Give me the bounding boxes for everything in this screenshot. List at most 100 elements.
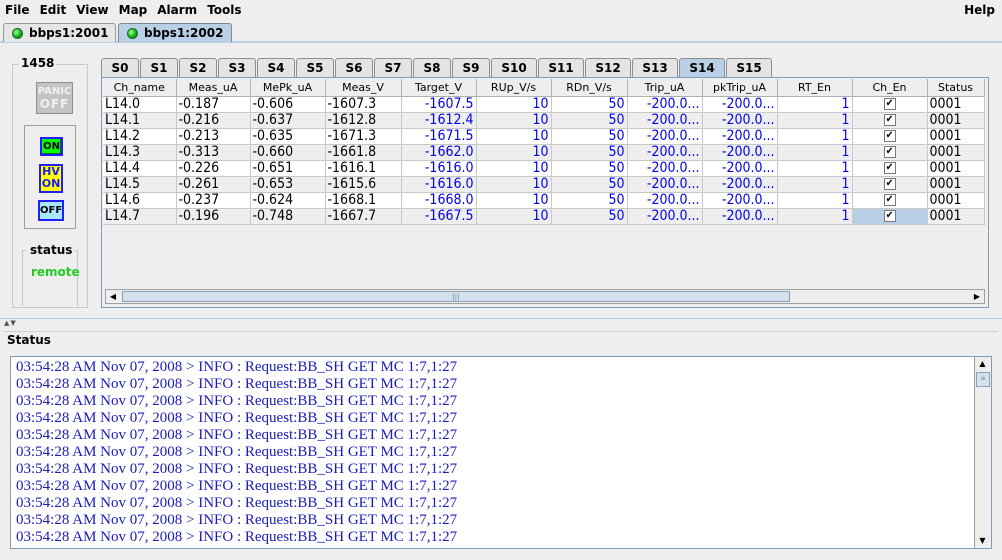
panic-off-button[interactable]: PANIC OFF bbox=[36, 82, 73, 114]
tab-slot-s14[interactable]: S14 bbox=[679, 58, 725, 77]
tab-slot-s0[interactable]: S0 bbox=[101, 58, 139, 77]
tab-connection-2001[interactable]: bbps1:2001 bbox=[3, 23, 116, 42]
column-header-mepk-ua[interactable]: MePk_uA bbox=[250, 79, 326, 97]
tab-slot-s8[interactable]: S8 bbox=[413, 58, 451, 77]
cell-ch-en[interactable]: ✔ bbox=[852, 176, 928, 193]
tab-slot-s5[interactable]: S5 bbox=[296, 58, 334, 77]
cell-mepk-ua[interactable]: -0.635 bbox=[250, 128, 326, 145]
cell-rt-en[interactable]: 1 bbox=[777, 112, 853, 129]
cell-pktrip[interactable]: -200.0... bbox=[702, 160, 778, 177]
checkbox-icon[interactable]: ✔ bbox=[883, 113, 896, 126]
cell-rdn[interactable]: 50 bbox=[551, 144, 628, 161]
cell-meas-ua[interactable]: -0.187 bbox=[176, 96, 251, 113]
cell-rdn[interactable]: 50 bbox=[551, 176, 628, 193]
cell-target-v[interactable]: -1668.0 bbox=[401, 192, 477, 209]
cell-meas-v[interactable]: -1615.6 bbox=[325, 176, 402, 193]
cell-meas-v[interactable]: -1616.1 bbox=[325, 160, 402, 177]
cell-trip[interactable]: -200.0... bbox=[627, 208, 703, 225]
table-row[interactable]: L14.3 -0.313 -0.660 -1661.8 -1662.0 10 50 -200.… bbox=[103, 144, 985, 161]
menu-alarm[interactable]: Alarm bbox=[152, 0, 202, 20]
menu-file[interactable]: File bbox=[0, 0, 35, 20]
tab-slot-s4[interactable]: S4 bbox=[257, 58, 295, 77]
cell-pktrip[interactable]: -200.0... bbox=[702, 192, 778, 209]
menu-help[interactable]: Help bbox=[959, 0, 1002, 20]
cell-rup[interactable]: 10 bbox=[476, 96, 552, 113]
cell-rt-en[interactable]: 1 bbox=[777, 96, 853, 113]
cell-mepk-ua[interactable]: -0.624 bbox=[250, 192, 326, 209]
hv-on-button[interactable]: HV ON bbox=[39, 164, 63, 193]
cell-trip[interactable]: -200.0... bbox=[627, 192, 703, 209]
cell-mepk-ua[interactable]: -0.606 bbox=[250, 96, 326, 113]
scroll-up-icon[interactable]: ▲ bbox=[975, 357, 990, 371]
cell-status[interactable]: 0001 bbox=[927, 112, 985, 129]
tab-slot-s3[interactable]: S3 bbox=[218, 58, 256, 77]
table-row[interactable]: L14.7 -0.196 -0.748 -1667.7 -1667.5 10 50 -200.… bbox=[103, 208, 985, 225]
cell-status[interactable]: 0001 bbox=[927, 208, 985, 225]
cell-ch-en[interactable]: ✔ bbox=[852, 112, 928, 129]
cell-ch-en[interactable]: ✔ bbox=[852, 96, 928, 113]
cell-ch-en[interactable]: ✔ bbox=[852, 144, 928, 161]
tab-slot-s13[interactable]: S13 bbox=[632, 58, 678, 77]
cell-meas-ua[interactable]: -0.226 bbox=[176, 160, 251, 177]
cell-target-v[interactable]: -1607.5 bbox=[401, 96, 477, 113]
cell-ch-en[interactable]: ✔ bbox=[852, 128, 928, 145]
cell-pktrip[interactable]: -200.0... bbox=[702, 208, 778, 225]
cell-status[interactable]: 0001 bbox=[927, 96, 985, 113]
checkbox-icon[interactable]: ✔ bbox=[883, 161, 896, 174]
cell-rdn[interactable]: 50 bbox=[551, 96, 628, 113]
cell-meas-v[interactable]: -1668.1 bbox=[325, 192, 402, 209]
scroll-left-icon[interactable]: ◀ bbox=[106, 290, 120, 303]
cell-meas-ua[interactable]: -0.213 bbox=[176, 128, 251, 145]
cell-trip[interactable]: -200.0... bbox=[627, 176, 703, 193]
tab-connection-2002[interactable]: bbps1:2002 bbox=[118, 23, 232, 42]
cell-name[interactable]: L14.3 bbox=[103, 144, 177, 161]
cell-target-v[interactable]: -1612.4 bbox=[401, 112, 477, 129]
cell-ch-en[interactable]: ✔ bbox=[852, 208, 928, 225]
tab-slot-s10[interactable]: S10 bbox=[491, 58, 537, 77]
cell-rdn[interactable]: 50 bbox=[551, 128, 628, 145]
tab-slot-s15[interactable]: S15 bbox=[726, 58, 772, 77]
table-row[interactable]: L14.2 -0.213 -0.635 -1671.3 -1671.5 10 50 -200.… bbox=[103, 128, 985, 145]
cell-meas-v[interactable]: -1607.3 bbox=[325, 96, 402, 113]
table-row[interactable]: L14.4 -0.226 -0.651 -1616.1 -1616.0 10 50 -200.… bbox=[103, 160, 985, 177]
cell-meas-ua[interactable]: -0.237 bbox=[176, 192, 251, 209]
column-header-meas-ua[interactable]: Meas_uA bbox=[176, 79, 251, 97]
cell-name[interactable]: L14.1 bbox=[103, 112, 177, 129]
tab-slot-s11[interactable]: S11 bbox=[538, 58, 584, 77]
cell-rdn[interactable]: 50 bbox=[551, 112, 628, 129]
cell-pktrip[interactable]: -200.0... bbox=[702, 96, 778, 113]
off-button[interactable]: OFF bbox=[38, 200, 64, 221]
table-row[interactable]: L14.5 -0.261 -0.653 -1615.6 -1616.0 10 50 -200.… bbox=[103, 176, 985, 193]
cell-rup[interactable]: 10 bbox=[476, 160, 552, 177]
checkbox-icon[interactable]: ✔ bbox=[883, 209, 896, 222]
cell-name[interactable]: L14.5 bbox=[103, 176, 177, 193]
tab-slot-s12[interactable]: S12 bbox=[585, 58, 631, 77]
horizontal-scrollbar[interactable]: ◀ ||| ▶ bbox=[105, 289, 985, 304]
column-header-rdn-v-s[interactable]: RDn_V/s bbox=[551, 79, 628, 97]
tab-slot-s9[interactable]: S9 bbox=[452, 58, 490, 77]
column-header-target-v[interactable]: Target_V bbox=[401, 79, 477, 97]
collapse-arrows-icon[interactable]: ▲▼ bbox=[4, 319, 17, 327]
scroll-right-icon[interactable]: ▶ bbox=[970, 290, 984, 303]
cell-rup[interactable]: 10 bbox=[476, 144, 552, 161]
column-header-status[interactable]: Status bbox=[927, 79, 985, 97]
split-pane-divider[interactable]: ▲▼ bbox=[0, 318, 1002, 328]
cell-meas-v[interactable]: -1661.8 bbox=[325, 144, 402, 161]
checkbox-icon[interactable]: ✔ bbox=[883, 145, 896, 158]
cell-ch-en[interactable]: ✔ bbox=[852, 192, 928, 209]
cell-rup[interactable]: 10 bbox=[476, 112, 552, 129]
cell-meas-ua[interactable]: -0.261 bbox=[176, 176, 251, 193]
cell-rt-en[interactable]: 1 bbox=[777, 128, 853, 145]
cell-name[interactable]: L14.0 bbox=[103, 96, 177, 113]
cell-rup[interactable]: 10 bbox=[476, 192, 552, 209]
cell-target-v[interactable]: -1662.0 bbox=[401, 144, 477, 161]
cell-target-v[interactable]: -1616.0 bbox=[401, 176, 477, 193]
cell-meas-v[interactable]: -1667.7 bbox=[325, 208, 402, 225]
cell-rt-en[interactable]: 1 bbox=[777, 208, 853, 225]
cell-rup[interactable]: 10 bbox=[476, 176, 552, 193]
column-header-rt-en[interactable]: RT_En bbox=[777, 79, 853, 97]
on-button[interactable]: ON bbox=[40, 137, 63, 156]
menu-edit[interactable]: Edit bbox=[35, 0, 72, 20]
scroll-down-icon[interactable]: ▼ bbox=[975, 534, 990, 548]
table-row[interactable]: L14.1 -0.216 -0.637 -1612.8 -1612.4 10 50 -200.… bbox=[103, 112, 985, 129]
